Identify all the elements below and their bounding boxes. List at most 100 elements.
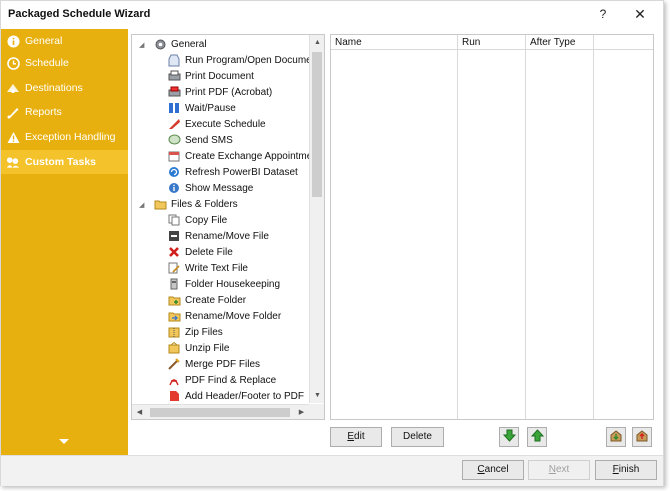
wizard-window: Packaged Schedule Wizard ? ✕ General Sch… [0,0,664,486]
tree-item-rename-move-folder[interactable]: Rename/Move Folder [167,308,281,324]
sidebar-item-custom-tasks[interactable]: Custom Tasks [1,150,128,174]
tree-item-folder-housekeeping[interactable]: Folder Housekeeping [167,276,280,292]
merge-pdf-icon [167,357,181,371]
collapse-files-icon[interactable]: ◢ [139,201,144,209]
scroll-up-icon[interactable]: ▲ [310,35,324,50]
tree-item-create-folder[interactable]: Create Folder [167,292,246,308]
message-info-icon [167,181,181,195]
folder-icon [153,197,167,211]
unzip-icon [167,341,181,355]
tree-item-zip-files[interactable]: Zip Files [167,324,223,340]
info-icon [6,34,20,48]
tree-item-print-pdf[interactable]: Print PDF (Acrobat) [167,84,272,100]
close-button[interactable]: ✕ [629,4,651,24]
scroll-thumb[interactable] [150,408,290,417]
sidebar-item-label: Destinations [25,82,83,94]
sidebar: General Schedule Destinations Reports Ex… [1,29,128,455]
tree-item-rename-move-file[interactable]: Rename/Move File [167,228,269,244]
finish-button[interactable]: Finish [595,460,657,480]
sidebar-item-label: Schedule [25,57,69,69]
import-icon [609,429,623,446]
move-folder-icon [167,309,181,323]
scroll-corner [309,404,324,419]
calendar-icon [167,149,181,163]
tree-item-print-document[interactable]: Print Document [167,68,254,84]
export-task-button[interactable] [632,427,652,447]
scroll-down-icon[interactable]: ▼ [310,388,324,403]
create-folder-icon [167,293,181,307]
execute-schedule-icon [167,117,181,131]
scroll-thumb[interactable] [312,52,322,197]
tree-item-send-sms[interactable]: Send SMS [167,132,233,148]
reports-icon [6,105,20,119]
run-program-icon [167,53,181,67]
tree-group-files-folders[interactable]: Files & Folders [153,196,238,212]
sidebar-expand-arrow-icon[interactable] [59,439,69,444]
task-tree: ◢ General Run Program/Open Document Prin… [131,34,325,420]
tree-horizontal-scrollbar[interactable]: ◀ ▶ [132,404,309,419]
footer-bar: Cancel Next Finish [1,455,663,486]
tree-item-run-program[interactable]: Run Program/Open Document [167,52,320,68]
column-divider [593,35,594,419]
tree-item-copy-file[interactable]: Copy File [167,212,227,228]
arrow-up-icon [530,429,544,445]
help-button[interactable]: ? [593,5,613,23]
column-header-after-type[interactable]: After Type [526,35,575,50]
rename-file-icon [167,229,181,243]
scroll-right-icon[interactable]: ▶ [294,405,309,419]
window-title: Packaged Schedule Wizard [8,8,151,20]
tree-item-wait-pause[interactable]: Wait/Pause [167,100,236,116]
title-bar: Packaged Schedule Wizard ? ✕ [1,1,663,29]
column-divider [525,35,526,419]
move-down-button[interactable] [499,427,519,447]
delete-icon [167,245,181,259]
export-icon [635,429,649,446]
grid-header: Name Run After Type [331,35,653,50]
tree-vertical-scrollbar[interactable]: ▲ ▼ [309,35,324,403]
sidebar-item-destinations[interactable]: Destinations [1,76,128,100]
pdf-header-icon [167,389,181,403]
tree-item-unzip-file[interactable]: Unzip File [167,340,229,356]
sidebar-item-reports[interactable]: Reports [1,100,128,124]
sms-icon [167,133,181,147]
sidebar-item-label: Custom Tasks [25,156,96,168]
edit-button[interactable]: Edit [330,427,382,447]
import-task-button[interactable] [606,427,626,447]
tree-item-refresh-powerbi[interactable]: Refresh PowerBI Dataset [167,164,298,180]
next-button[interactable]: Next [528,460,590,480]
tree-item-write-text-file[interactable]: Write Text File [167,260,248,276]
tree-item-pdf-find-replace[interactable]: PDF Find & Replace [167,372,276,388]
tree-item-merge-pdf[interactable]: Merge PDF Files [167,356,260,372]
pause-icon [167,101,181,115]
sidebar-item-label: Exception Handling [25,131,116,143]
tree-item-add-header-footer-pdf[interactable]: Add Header/Footer to PDF [167,388,304,404]
housekeeping-icon [167,277,181,291]
sidebar-item-general[interactable]: General [1,29,128,53]
gear-icon [153,37,167,51]
destinations-icon [6,81,20,95]
cancel-button[interactable]: Cancel [462,460,524,480]
write-text-icon [167,261,181,275]
column-header-run[interactable]: Run [458,35,480,50]
tree-item-show-message[interactable]: Show Message [167,180,253,196]
tree-item-create-exchange-appointment[interactable]: Create Exchange Appointment [167,148,321,164]
delete-button[interactable]: Delete [391,427,444,447]
tree-group-general[interactable]: General [153,36,207,52]
copy-file-icon [167,213,181,227]
sidebar-item-exception-handling[interactable]: Exception Handling [1,125,128,149]
column-header-name[interactable]: Name [331,35,362,50]
move-up-button[interactable] [527,427,547,447]
print-pdf-icon [167,85,181,99]
tree-item-delete-file[interactable]: Delete File [167,244,233,260]
tasks-grid: Name Run After Type [330,34,654,420]
tree-group-label: Files & Folders [171,198,238,210]
scroll-left-icon[interactable]: ◀ [132,405,147,419]
clock-icon [6,56,20,70]
sidebar-item-label: General [25,35,63,47]
zip-icon [167,325,181,339]
custom-tasks-icon [6,155,20,169]
sidebar-item-label: Reports [25,106,62,118]
tree-item-execute-schedule[interactable]: Execute Schedule [167,116,266,132]
sidebar-item-schedule[interactable]: Schedule [1,51,128,75]
collapse-general-icon[interactable]: ◢ [139,41,144,49]
